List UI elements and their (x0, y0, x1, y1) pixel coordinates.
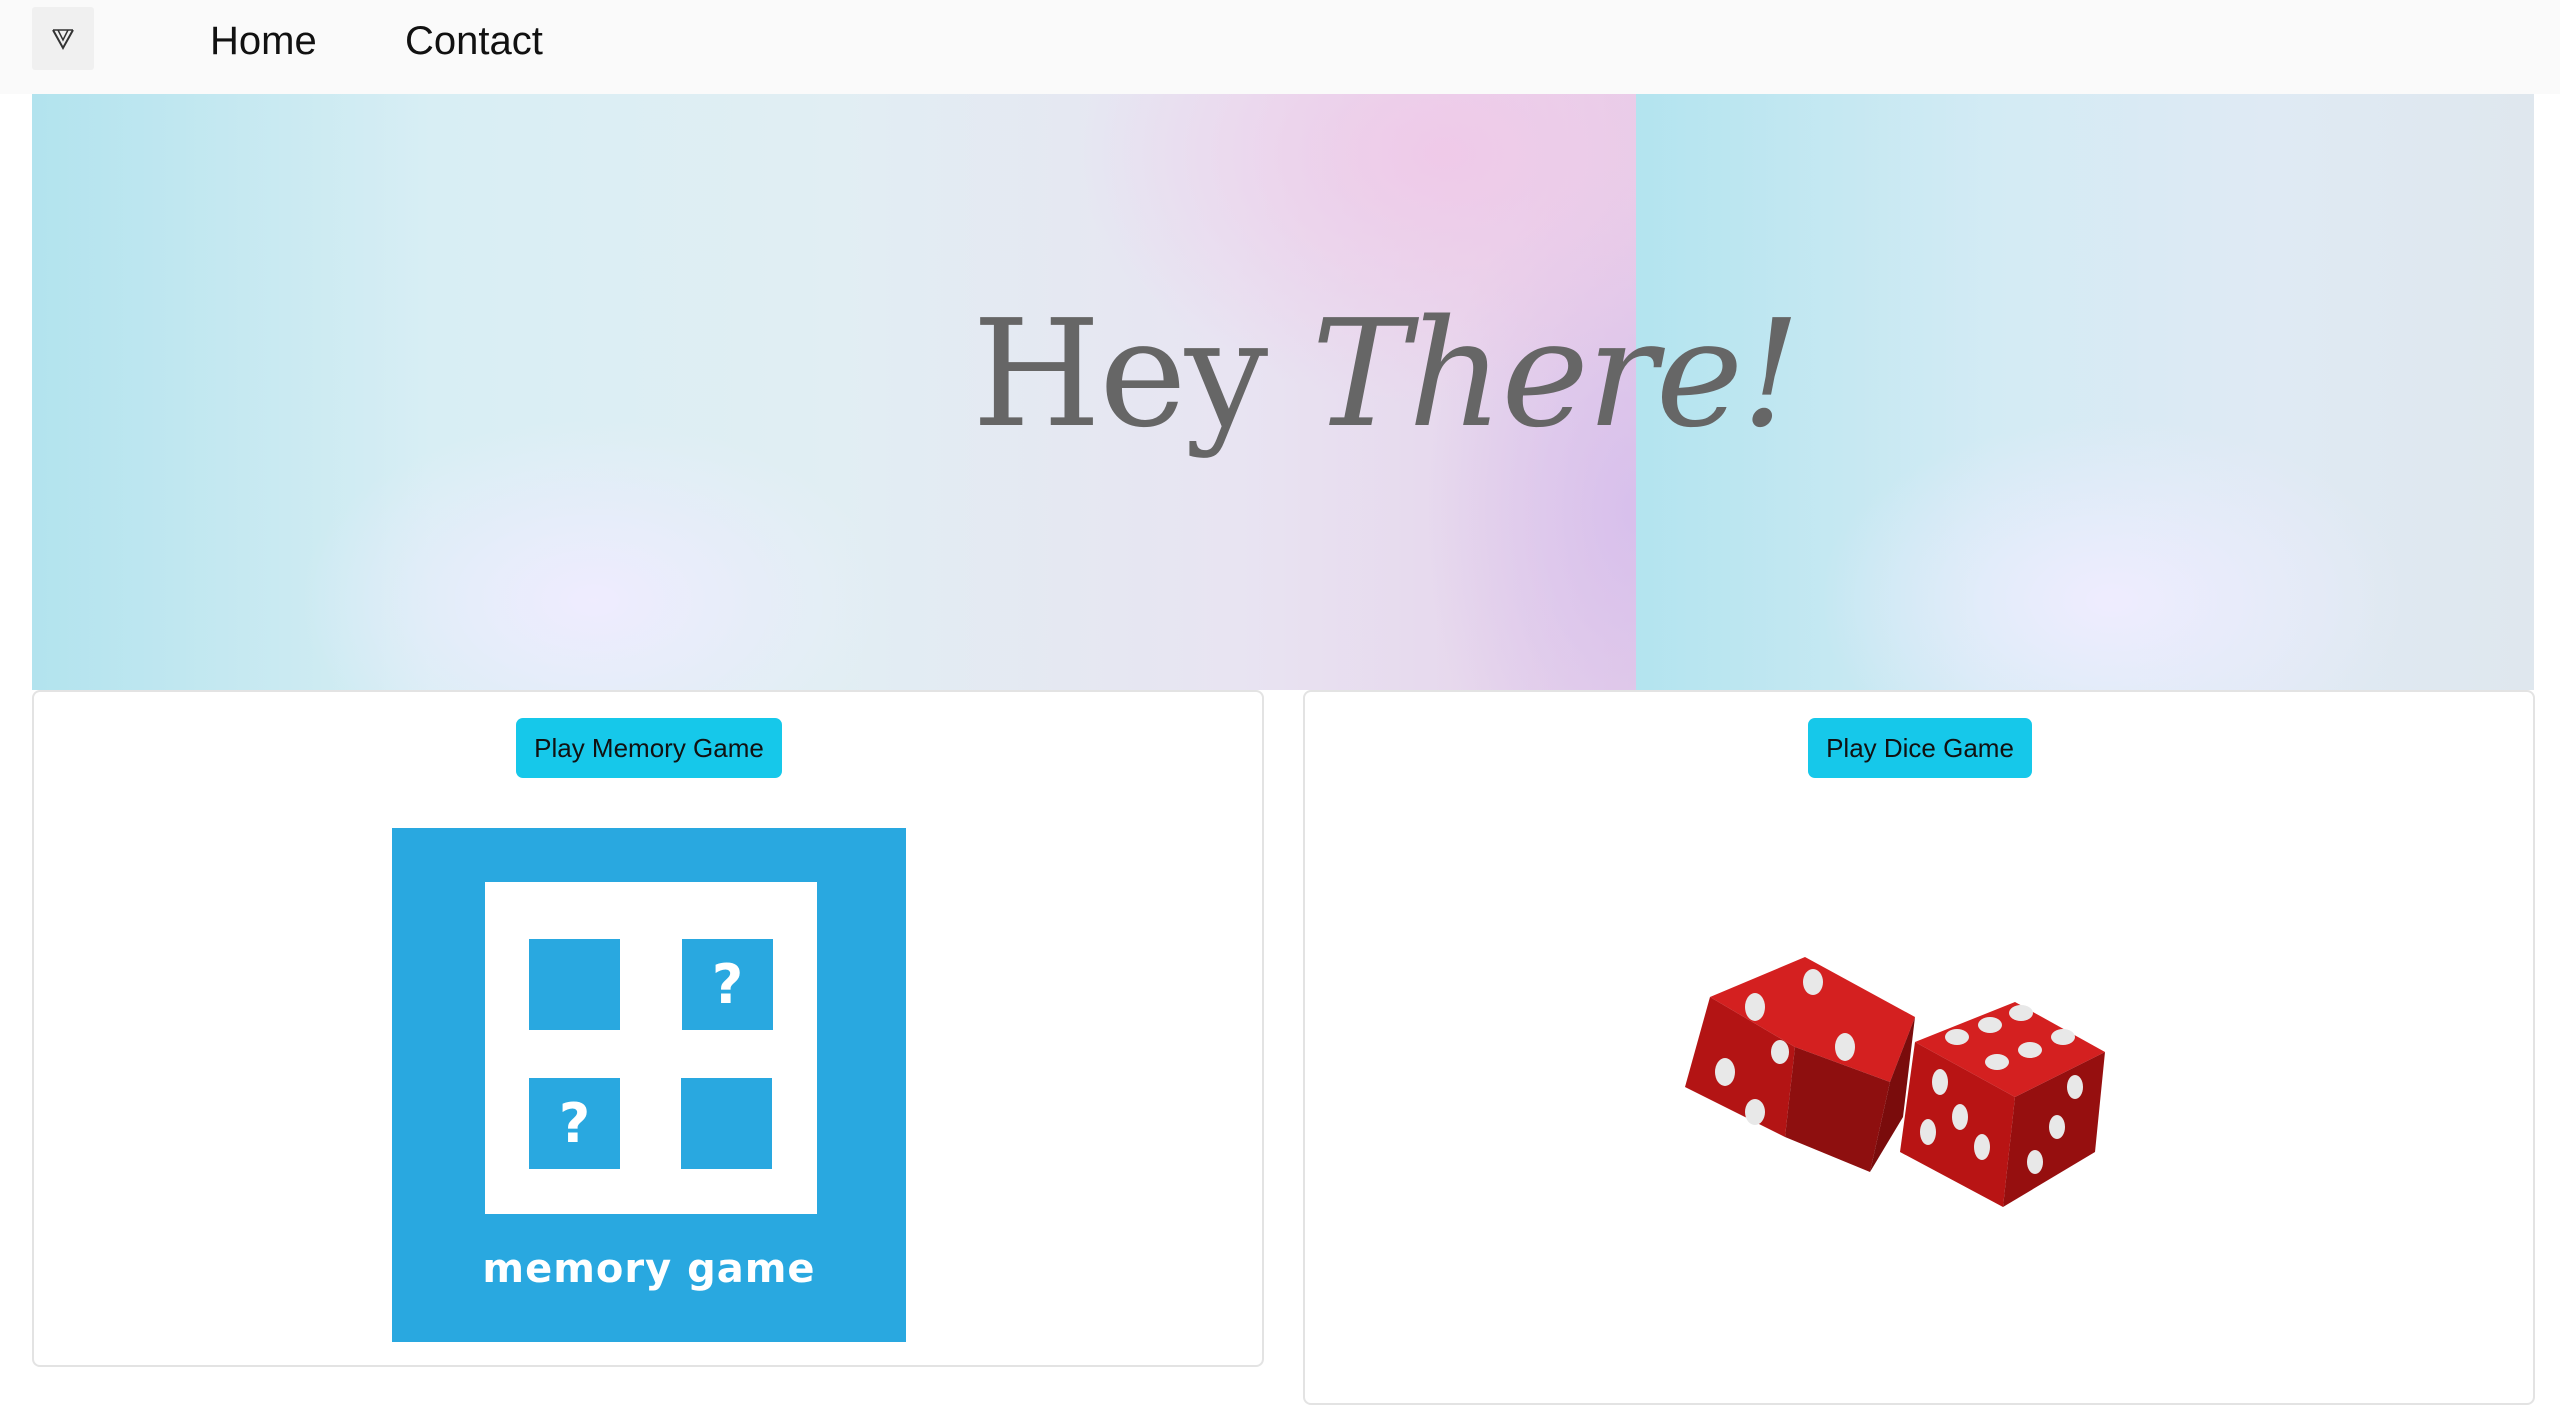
memory-tile (529, 939, 620, 1030)
die-left (1685, 957, 1915, 1172)
hero-title-italic: There! (1311, 288, 1800, 460)
navbar: Home Contact (0, 0, 2560, 94)
v-logo-icon (52, 28, 74, 50)
nav-link-contact[interactable]: Contact (405, 18, 543, 64)
hero-title: Hey There! (972, 288, 1801, 460)
dice-game-card: Play Dice Game (1303, 690, 2535, 1405)
memory-tile (681, 1078, 772, 1169)
die-right (1900, 1002, 2105, 1207)
memory-tile: ? (529, 1078, 620, 1169)
brand-logo[interactable] (32, 7, 94, 70)
memory-grid: ? ? (485, 882, 817, 1214)
nav-link-home[interactable]: Home (210, 18, 317, 64)
memory-game-caption: memory game (482, 1246, 816, 1292)
hero-title-plain: Hey (972, 288, 1268, 460)
play-dice-game-button[interactable]: Play Dice Game (1808, 718, 2032, 778)
memory-game-image: ? ? memory game (392, 828, 906, 1342)
play-memory-game-button[interactable]: Play Memory Game (516, 718, 782, 778)
memory-game-card: Play Memory Game ? ? memory game (32, 690, 1264, 1367)
memory-tile: ? (682, 939, 773, 1030)
hero-banner: Hey There! (32, 94, 2534, 690)
red-dice-icon (1685, 957, 2105, 1207)
